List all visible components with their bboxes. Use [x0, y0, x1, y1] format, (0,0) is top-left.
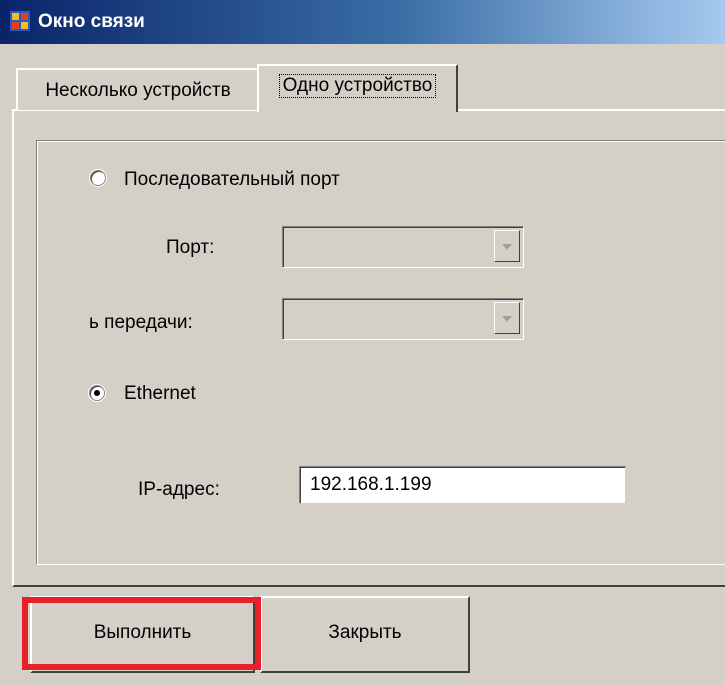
baud-rate-label: ь передачи: [89, 312, 193, 333]
close-button[interactable]: Закрыть [260, 596, 470, 673]
ethernet-radio[interactable] [89, 385, 105, 401]
window-title: Окно связи [38, 11, 145, 32]
title-bar[interactable]: Окно связи [0, 0, 725, 44]
highlight-box [22, 597, 261, 670]
tab-label: Несколько устройств [45, 80, 231, 101]
ip-address-input[interactable]: 192.168.1.199 [299, 466, 626, 504]
ip-address-label: IP-адрес: [138, 479, 220, 500]
port-label: Порт: [166, 237, 215, 258]
chevron-down-icon[interactable] [494, 230, 520, 262]
tab-label: Одно устройство [278, 74, 437, 98]
ethernet-label: Ethernet [124, 383, 196, 404]
tab-single-device[interactable]: Одно устройство [257, 64, 458, 112]
serial-port-label: Последовательный порт [124, 169, 340, 190]
app-window-icon [10, 11, 30, 31]
baud-rate-select[interactable] [282, 298, 524, 340]
serial-port-radio[interactable] [90, 170, 106, 186]
port-select[interactable] [282, 226, 524, 268]
tab-multiple-devices[interactable]: Несколько устройств [16, 68, 260, 110]
chevron-down-icon[interactable] [494, 302, 520, 334]
close-button-label: Закрыть [328, 622, 402, 643]
